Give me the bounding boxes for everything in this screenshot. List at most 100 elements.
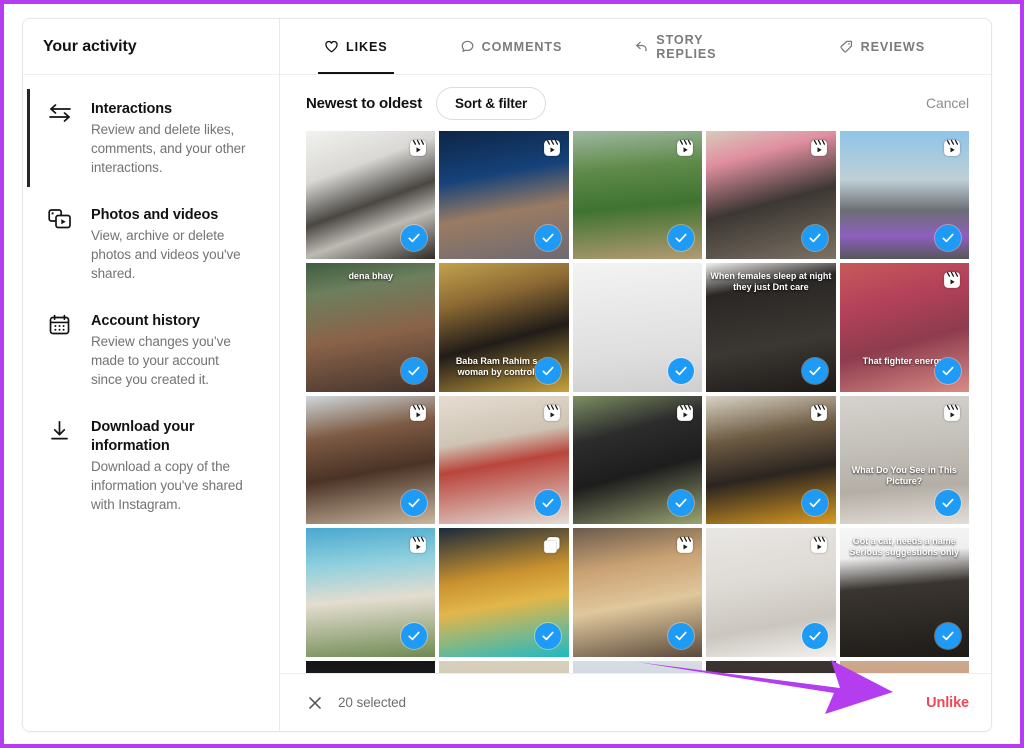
sidebar-item-download-your-information[interactable]: Download your information Download a cop… <box>23 407 279 532</box>
thumbnail-image <box>706 660 836 673</box>
comment-icon <box>460 39 475 54</box>
sidebar-item-account-history[interactable]: Account history Review changes you’ve ma… <box>23 301 279 407</box>
reel-icon <box>542 138 562 158</box>
selected-checkmark-icon[interactable] <box>801 225 828 252</box>
reel-icon <box>809 403 829 423</box>
download-icon <box>43 417 77 451</box>
tab-story-replies[interactable]: STORY REPLIES <box>628 19 772 74</box>
selected-checkmark-icon[interactable] <box>934 622 961 649</box>
reel-icon <box>408 403 428 423</box>
sidebar-item-label: Download your information <box>91 419 195 454</box>
grid-thumbnail[interactable] <box>572 528 703 657</box>
tab-label: LIKES <box>346 39 388 54</box>
reel-icon <box>675 535 695 555</box>
cancel-button[interactable]: Cancel <box>926 95 969 111</box>
grid-thumbnail[interactable] <box>839 131 969 260</box>
grid-toolbar: Newest to oldest Sort & filter Cancel <box>280 75 991 131</box>
grid-thumbnail[interactable] <box>439 131 569 260</box>
grid-thumbnail[interactable] <box>306 395 436 525</box>
arrows-exchange-icon <box>43 99 77 133</box>
sidebar-item-interactions[interactable]: Interactions Review and delete likes, co… <box>23 89 279 195</box>
grid-thumbnail[interactable] <box>706 131 836 260</box>
grid-thumbnail[interactable] <box>439 660 569 673</box>
grid-thumbnail[interactable]: When females sleep at night they just Dn… <box>706 263 836 392</box>
activity-tabs: LIKES COMMENTS STORY REPLIES REVIEWS <box>280 19 991 75</box>
heart-icon <box>324 39 339 54</box>
selected-checkmark-icon[interactable] <box>934 357 961 384</box>
selected-checkmark-icon[interactable] <box>534 490 561 517</box>
reel-icon <box>675 403 695 423</box>
selected-checkmark-icon[interactable] <box>801 357 828 384</box>
sort-and-filter-button[interactable]: Sort & filter <box>436 86 547 120</box>
selected-checkmark-icon[interactable] <box>801 622 828 649</box>
thumbnail-caption: When females sleep at night they just Dn… <box>710 271 832 293</box>
reel-icon <box>408 138 428 158</box>
sidebar-item-label: Account history <box>91 313 200 329</box>
grid-thumbnail[interactable]: That fighter energy. <box>839 263 969 392</box>
grid-thumbnail[interactable]: dena bhay <box>306 263 436 392</box>
reel-icon <box>942 403 962 423</box>
tab-label: STORY REPLIES <box>656 32 717 61</box>
grid-thumbnail[interactable]: What Do You See in This Picture? <box>839 395 969 525</box>
grid-thumbnail[interactable] <box>439 528 569 657</box>
tag-icon <box>839 39 854 54</box>
sidebar-item-photos-and-videos[interactable]: Photos and videos View, archive or delet… <box>23 195 279 301</box>
selected-checkmark-icon[interactable] <box>668 357 695 384</box>
selected-checkmark-icon[interactable] <box>401 622 428 649</box>
selected-checkmark-icon[interactable] <box>534 622 561 649</box>
likes-grid-container[interactable]: dena bhay Baba Ram Rahim s... a woman by … <box>280 131 991 673</box>
selection-footer: 20 selected Unlike <box>280 660 991 731</box>
page-title: Your activity <box>43 37 137 55</box>
grid-thumbnail[interactable] <box>839 660 969 673</box>
sidebar-item-label: Interactions <box>91 101 172 117</box>
likes-grid: dena bhay Baba Ram Rahim s... a woman by … <box>306 131 969 673</box>
main-panel: LIKES COMMENTS STORY REPLIES REVIEWS New… <box>280 19 991 731</box>
grid-thumbnail[interactable]: Baba Ram Rahim s... a woman by controlli… <box>439 263 569 392</box>
thumbnail-image <box>439 660 569 673</box>
thumbnail-image <box>839 660 969 673</box>
grid-thumbnail[interactable] <box>306 131 436 260</box>
thumbnail-caption: Got a cat, needs a name Serious suggesti… <box>849 536 960 558</box>
sidebar-item-label: Photos and videos <box>91 207 219 223</box>
selected-checkmark-icon[interactable] <box>534 357 561 384</box>
grid-thumbnail[interactable] <box>706 395 836 525</box>
reply-arrow-icon <box>634 39 649 54</box>
selected-count-label: 20 selected <box>338 695 406 710</box>
thumbnail-image <box>572 660 703 673</box>
tab-comments[interactable]: COMMENTS <box>454 19 569 74</box>
grid-thumbnail[interactable]: When You're Solving Math <box>306 660 436 673</box>
sidebar-item-desc: Review changes you’ve made to your accou… <box>91 334 231 387</box>
calendar-icon <box>43 311 77 345</box>
unlike-button[interactable]: Unlike <box>926 695 969 711</box>
sidebar-item-desc: View, archive or delete photos and video… <box>91 228 241 281</box>
reel-icon <box>809 138 829 158</box>
reel-icon <box>942 138 962 158</box>
close-icon[interactable] <box>306 694 324 712</box>
grid-thumbnail[interactable] <box>439 395 569 525</box>
reel-icon <box>942 270 962 290</box>
thumbnail-caption: dena bhay <box>348 271 393 282</box>
tab-reviews[interactable]: REVIEWS <box>833 19 931 74</box>
screenshot-frame: Your activity Interactions Review and de… <box>0 0 1024 748</box>
grid-thumbnail[interactable] <box>706 528 836 657</box>
reel-icon <box>809 535 829 555</box>
grid-thumbnail[interactable] <box>572 263 703 392</box>
grid-thumbnail[interactable]: Got a cat, needs a name Serious suggesti… <box>839 528 969 657</box>
grid-thumbnail[interactable] <box>706 660 836 673</box>
photos-videos-icon <box>43 205 77 239</box>
selected-checkmark-icon[interactable] <box>801 490 828 517</box>
grid-thumbnail[interactable] <box>306 528 436 657</box>
grid-thumbnail[interactable] <box>572 395 703 525</box>
sort-order-label: Newest to oldest <box>306 94 422 112</box>
sidebar: Your activity Interactions Review and de… <box>23 19 280 731</box>
selected-checkmark-icon[interactable] <box>668 622 695 649</box>
sidebar-header: Your activity <box>23 19 279 75</box>
thumbnail-caption: What Do You See in This Picture? <box>851 465 957 487</box>
reel-icon <box>542 403 562 423</box>
grid-thumbnail[interactable] <box>572 131 703 260</box>
reel-icon <box>675 138 695 158</box>
sidebar-nav-list: Interactions Review and delete likes, co… <box>23 75 279 532</box>
thumbnail-image <box>306 660 436 673</box>
tab-likes[interactable]: LIKES <box>318 19 394 74</box>
grid-thumbnail[interactable] <box>572 660 703 673</box>
